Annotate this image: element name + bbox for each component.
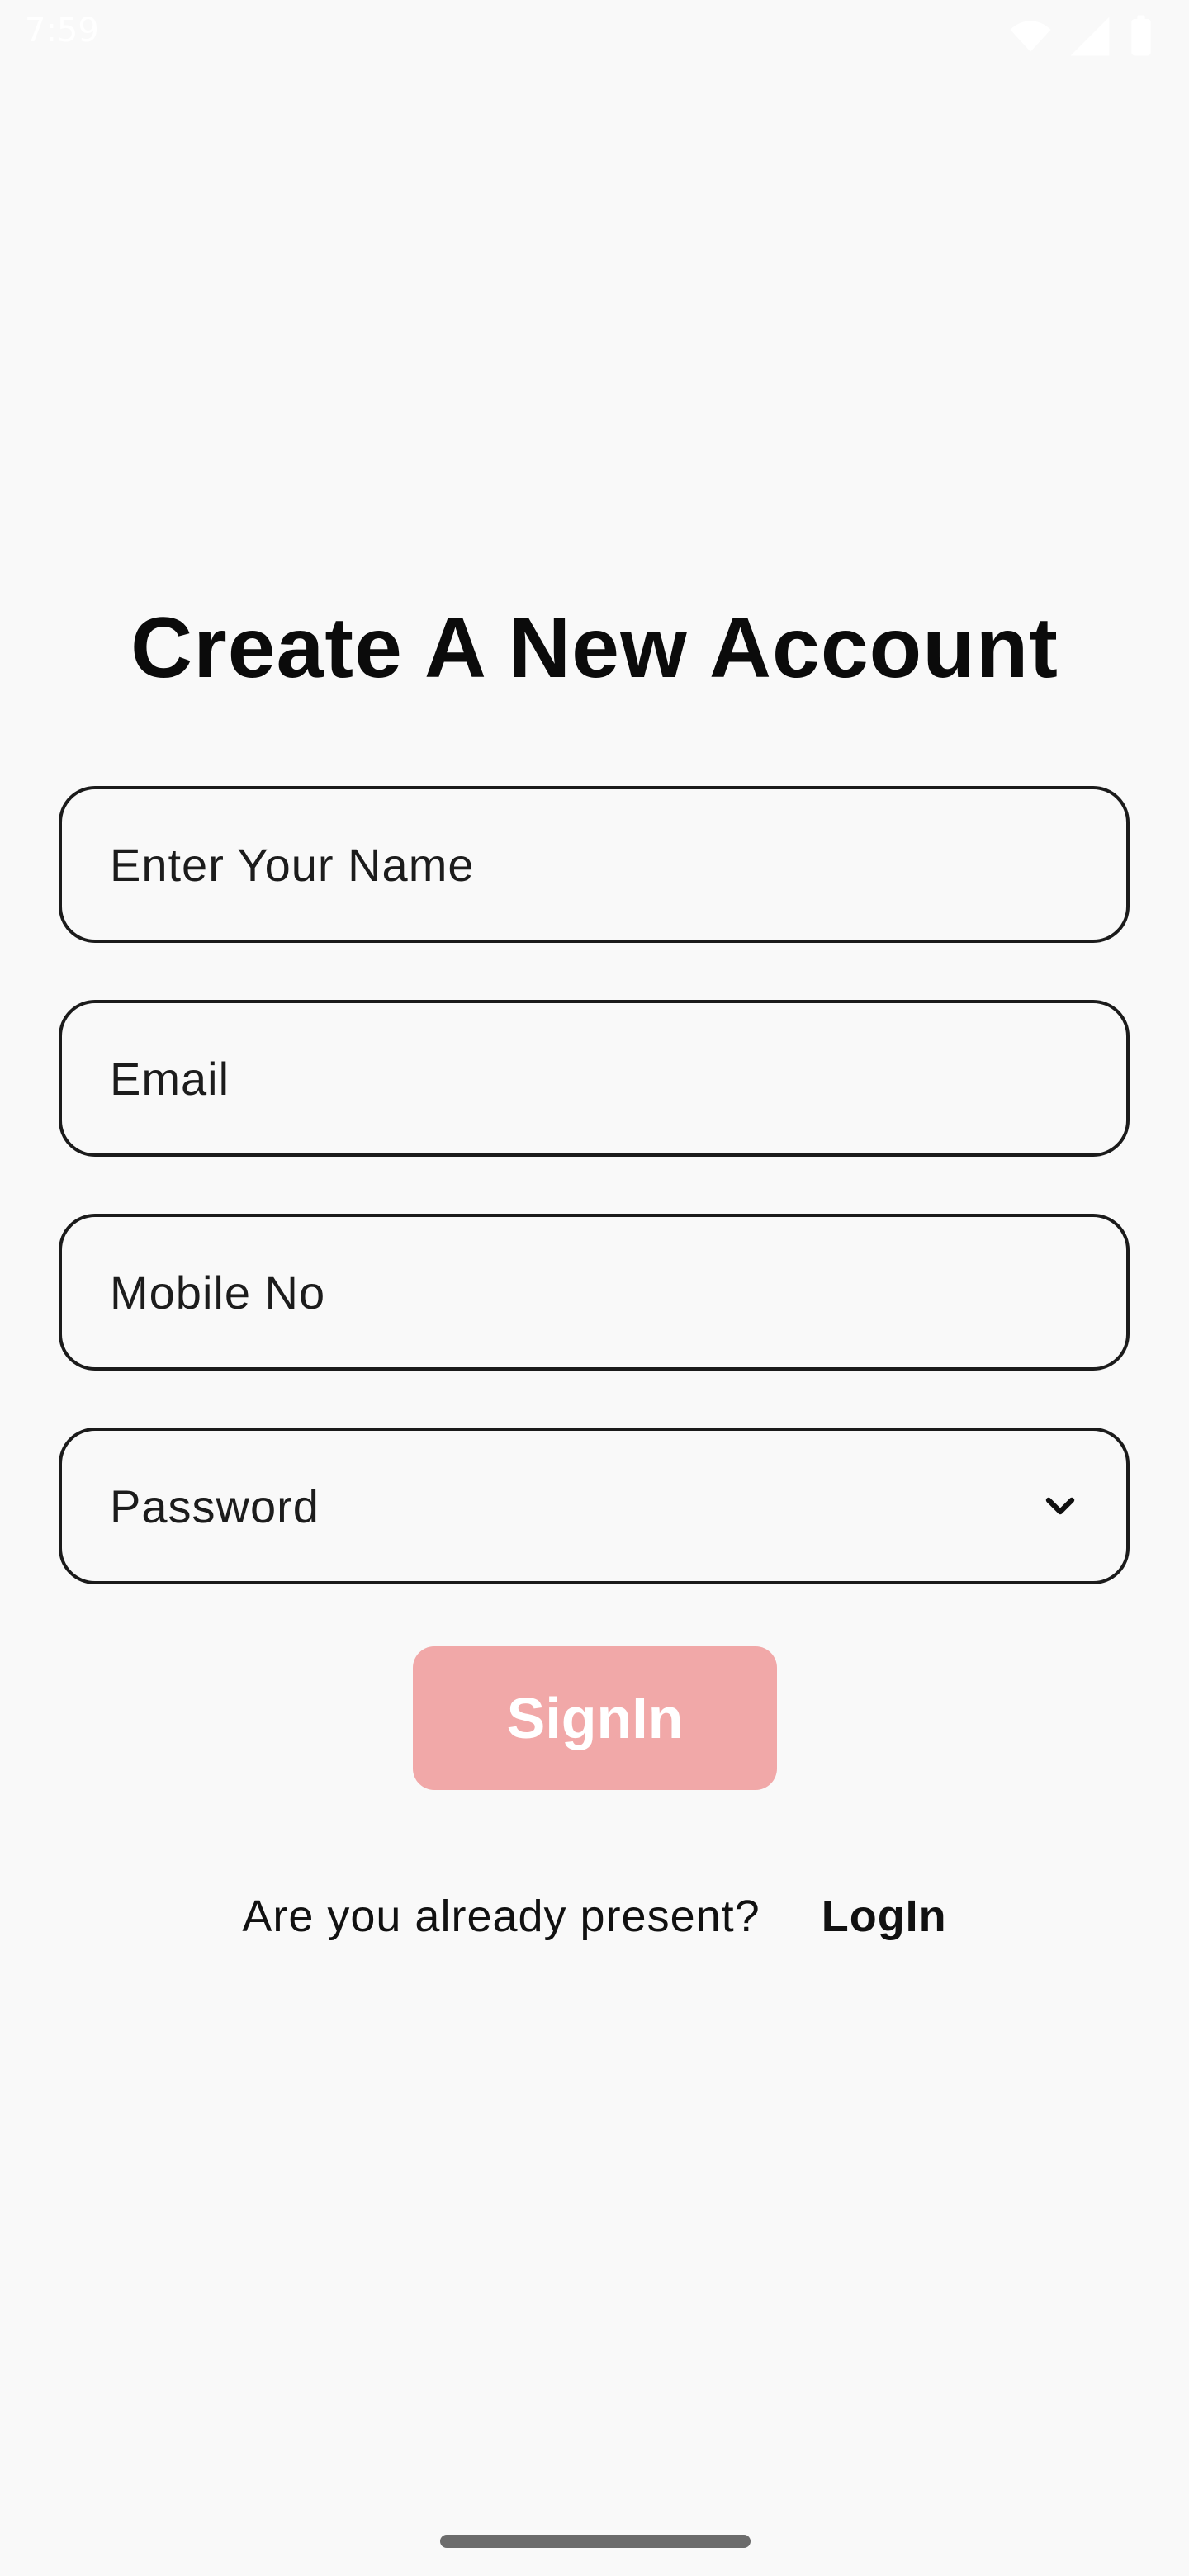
name-input[interactable]: [108, 836, 1080, 893]
status-time: 7:59: [25, 12, 99, 50]
login-link[interactable]: LogIn: [822, 1891, 947, 1942]
password-input[interactable]: [108, 1478, 1040, 1534]
login-row: Are you already present? LogIn: [0, 1891, 1189, 1942]
email-field-container[interactable]: [59, 1000, 1130, 1157]
name-field-container[interactable]: [59, 786, 1130, 943]
chevron-down-icon[interactable]: [1040, 1486, 1080, 1526]
battery-icon: [1126, 13, 1156, 59]
signin-button[interactable]: SignIn: [413, 1646, 777, 1790]
signal-icon: [1067, 13, 1113, 59]
password-field-container[interactable]: [59, 1428, 1130, 1584]
page-title: Create A New Account: [130, 600, 1059, 696]
status-icons: [1007, 13, 1156, 59]
mobile-input[interactable]: [108, 1264, 1080, 1320]
wifi-icon: [1007, 13, 1054, 59]
home-indicator[interactable]: [440, 2535, 751, 2548]
login-prompt: Are you already present?: [242, 1892, 760, 1941]
status-bar: 7:59: [0, 0, 1189, 74]
mobile-field-container[interactable]: [59, 1214, 1130, 1371]
email-input[interactable]: [108, 1050, 1080, 1106]
